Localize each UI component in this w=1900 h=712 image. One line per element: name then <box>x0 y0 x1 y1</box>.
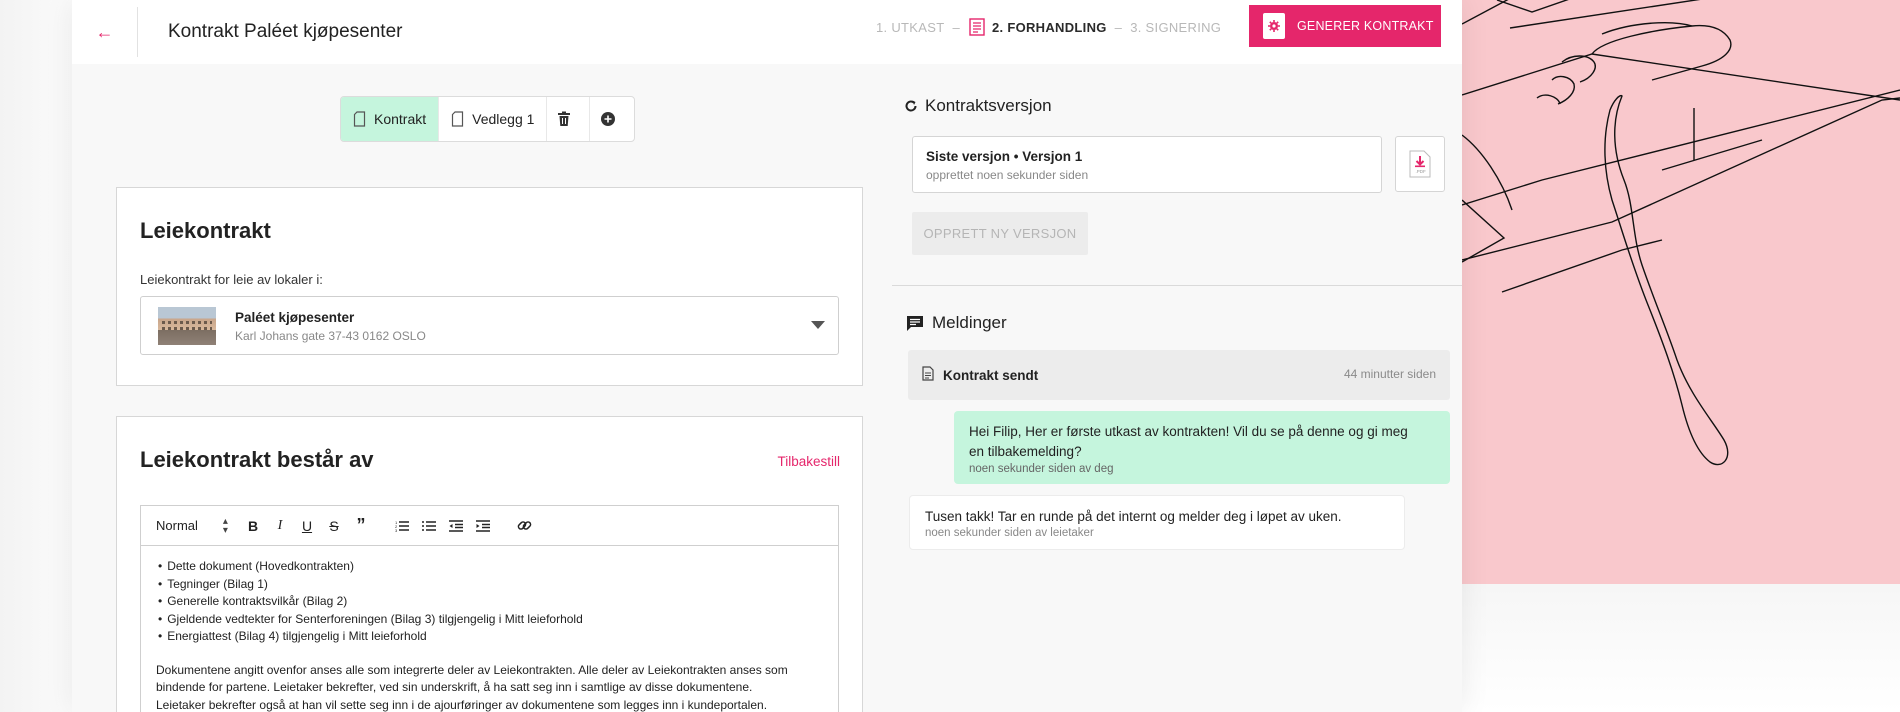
paragraph-line: Dokumentene angitt ovenfor anses alle so… <box>156 662 788 677</box>
location-select[interactable]: Paléet kjøpesenter Karl Johans gate 37-4… <box>140 296 839 355</box>
underline-icon[interactable]: U <box>296 515 318 537</box>
bullet-list-icon[interactable] <box>418 515 440 537</box>
list-item: Dette dokument (Hovedkontrakten) <box>156 558 823 576</box>
message-text: Hei Filip, Her er første utkast av kontr… <box>969 422 1435 462</box>
svg-text:3: 3 <box>395 528 398 532</box>
list-item: Tegninger (Bilag 1) <box>156 576 823 594</box>
plus-circle-icon <box>601 112 616 126</box>
messages-heading: Meldinger <box>907 313 1007 333</box>
document-tabs: Kontrakt Vedlegg 1 <box>340 96 636 142</box>
document-icon <box>969 18 985 36</box>
backdrop-bottom-right <box>1462 584 1900 712</box>
step-separator: – <box>1114 19 1123 35</box>
document-icon <box>922 366 934 381</box>
pdf-download-icon: .PDF <box>1409 150 1431 178</box>
top-bar: ← Kontrakt Paléet kjøpesenter 1. UTKAST … <box>72 0 1462 64</box>
location-field-label: Leiekontrakt for leie av lokaler i: <box>140 272 323 287</box>
message-line: en tilbakemelding? <box>969 444 1082 459</box>
caret-down-icon <box>811 321 825 329</box>
arrow-left-icon: ← <box>95 21 114 42</box>
step-separator: – <box>952 19 960 35</box>
document-list: Dette dokument (Hovedkontrakten) Tegning… <box>156 558 823 646</box>
editor-content[interactable]: Dette dokument (Hovedkontrakten) Tegning… <box>141 546 838 712</box>
version-heading-label: Kontraktsversjon <box>925 96 1052 115</box>
progress-steps: 1. UTKAST – 2. FORHANDLING – 3. SIGNERIN… <box>876 18 1221 36</box>
version-label: Siste versjon • Versjon 1 <box>926 149 1083 164</box>
backdrop-left <box>0 0 72 712</box>
lease-card: Leiekontrakt Leiekontrakt for leie av lo… <box>116 187 863 386</box>
message-meta: noen sekunder siden av leietaker <box>925 527 1094 539</box>
step-signering[interactable]: 3. SIGNERING <box>1130 20 1221 35</box>
editor-toolbar: Normal ▴ ▾ B I U S ” 123 <box>141 506 838 546</box>
message-text: Tusen takk! Tar en runde på det internt … <box>925 509 1342 524</box>
document-gear-icon <box>1263 13 1285 39</box>
paragraph-line: Leietaker bekrefter også at han vil sett… <box>156 697 768 712</box>
building-thumbnail <box>158 307 216 345</box>
tab-kontrakt-label: Kontrakt <box>374 111 427 127</box>
quote-icon[interactable]: ” <box>350 515 372 537</box>
message-meta: noen sekunder siden av deg <box>969 463 1114 475</box>
tab-kontrakt[interactable]: Kontrakt <box>341 97 440 141</box>
svg-text:.PDF: .PDF <box>1416 169 1427 174</box>
format-select[interactable]: Normal ▴ ▾ <box>156 515 242 536</box>
message-bubble-outgoing: Hei Filip, Her er første utkast av kontr… <box>954 411 1450 484</box>
message-icon <box>907 315 923 331</box>
event-label: Kontrakt sendt <box>943 368 1039 383</box>
body-paragraph: Dokumentene angitt ovenfor anses alle so… <box>156 662 823 712</box>
event-time: 44 minutter siden <box>1343 367 1436 381</box>
page-title: Kontrakt Paléet kjøpesenter <box>168 21 403 42</box>
generate-contract-button[interactable]: GENERER KONTRAKT <box>1249 5 1441 47</box>
refresh-icon <box>905 100 917 112</box>
list-item: Gjeldende vedtekter for Senterforeningen… <box>156 611 823 629</box>
file-icon <box>452 111 464 127</box>
version-heading: Kontraktsversjon <box>904 96 1052 116</box>
event-contract-sent: Kontrakt sendt 44 minutter siden <box>908 350 1450 400</box>
app-window: ← Kontrakt Paléet kjøpesenter 1. UTKAST … <box>72 0 1462 712</box>
version-created: opprettet noen sekunder siden <box>926 168 1089 182</box>
updown-arrows-icon: ▴ ▾ <box>222 515 228 536</box>
version-select[interactable]: Siste versjon • Versjon 1 opprettet noen… <box>912 136 1382 193</box>
illustration-panel <box>1462 0 1900 584</box>
strikethrough-icon[interactable]: S <box>323 515 345 537</box>
generate-contract-label: GENERER KONTRAKT <box>1297 19 1434 33</box>
lease-title: Leiekontrakt <box>140 218 271 243</box>
rich-text-editor[interactable]: Normal ▴ ▾ B I U S ” 123 • Dette dokumen… <box>140 505 839 712</box>
indent-icon[interactable] <box>472 515 494 537</box>
delete-attachment-button[interactable] <box>547 97 591 141</box>
messages-heading-label: Meldinger <box>932 313 1007 332</box>
trash-icon <box>558 111 571 126</box>
italic-icon[interactable]: I <box>269 515 291 537</box>
bold-icon[interactable]: B <box>242 515 264 537</box>
line-illustration <box>1462 0 1900 466</box>
link-icon[interactable] <box>513 515 535 537</box>
section-divider <box>892 285 1462 286</box>
message-line: Hei Filip, Her er første utkast av kontr… <box>969 424 1408 439</box>
tab-vedlegg-1[interactable]: Vedlegg 1 <box>439 97 548 141</box>
step-forhandling[interactable]: 2. FORHANDLING <box>968 18 1107 36</box>
ordered-list-icon[interactable]: 123 <box>391 515 413 537</box>
step-utkast[interactable]: 1. UTKAST <box>876 20 944 35</box>
create-new-version-button[interactable]: OPPRETT NY VERSJON <box>912 212 1088 255</box>
format-select-value: Normal <box>156 518 198 533</box>
step-forhandling-label: 2. FORHANDLING <box>991 19 1107 35</box>
outdent-icon[interactable] <box>445 515 467 537</box>
list-item: Generelle kontraktsvilkår (Bilag 2) <box>156 593 823 611</box>
add-attachment-button[interactable] <box>590 97 634 141</box>
composition-title: Leiekontrakt består av <box>140 447 374 472</box>
list-item: Energiattest (Bilag 4) tilgjengelig i Mi… <box>156 628 823 646</box>
paragraph-line: bindende for partene. Leietaker bekrefte… <box>156 680 753 694</box>
composition-card: Leiekontrakt består av Tilbakestill Norm… <box>116 416 863 712</box>
back-button[interactable]: ← <box>72 7 138 57</box>
reset-link[interactable]: Tilbakestill <box>777 454 840 469</box>
message-bubble-incoming: Tusen takk! Tar en runde på det internt … <box>909 495 1405 550</box>
location-address: Karl Johans gate 37-43 0162 OSLO <box>235 329 426 343</box>
location-name: Paléet kjøpesenter <box>235 310 355 325</box>
tab-vedlegg-label: Vedlegg 1 <box>472 111 535 127</box>
download-pdf-button[interactable]: .PDF <box>1395 136 1445 192</box>
file-icon <box>353 111 366 127</box>
